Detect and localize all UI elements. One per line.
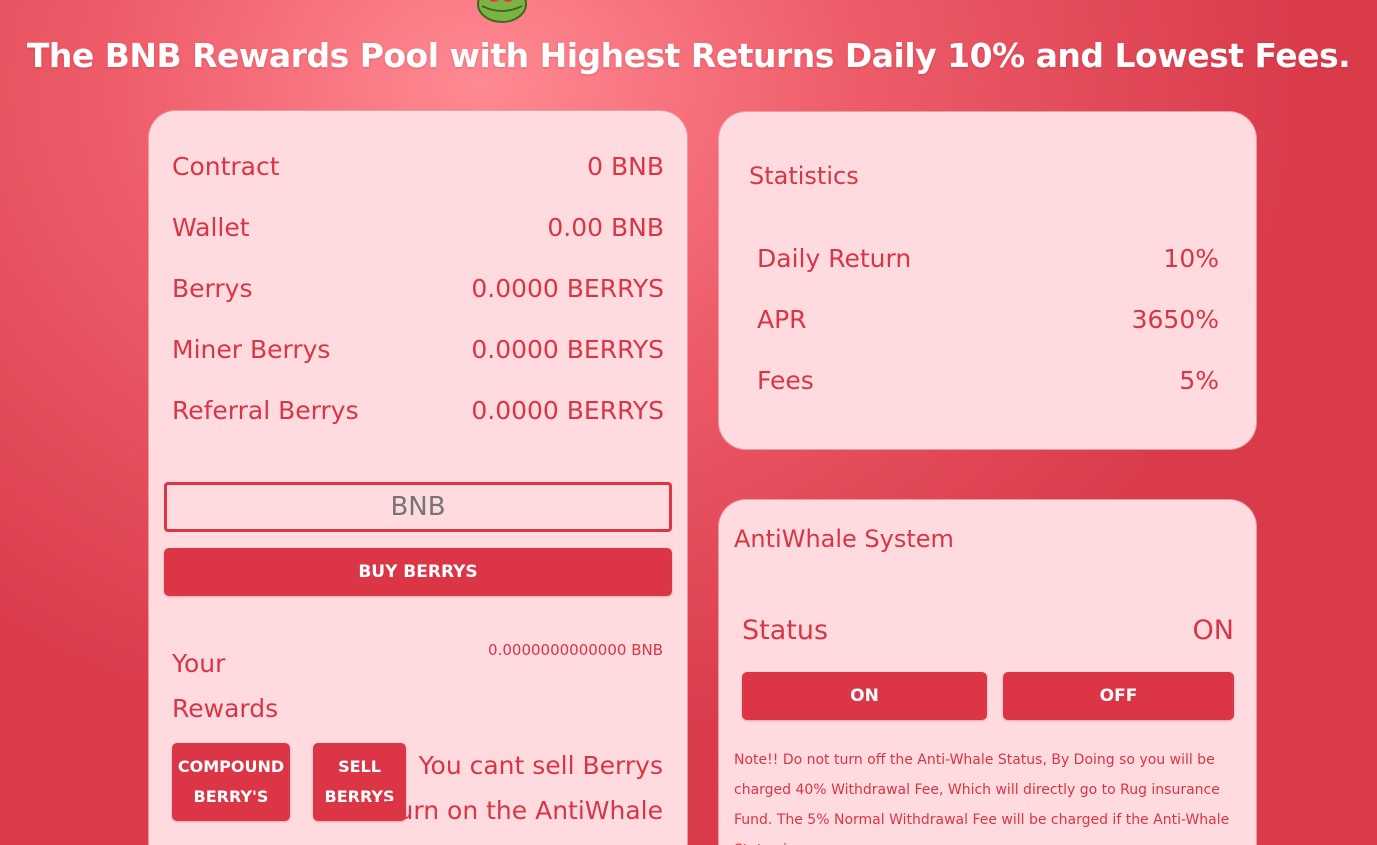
sell-warning-line-2: Turn on the AntiWhale [386, 796, 663, 825]
contract-row: Contract 0 BNB [172, 146, 664, 186]
antiwhale-card: AntiWhale System Status ON ON OFF Note!!… [718, 499, 1257, 845]
apr-label: APR [757, 304, 807, 334]
apr-row: APR 3650% [757, 299, 1219, 339]
fees-label: Fees [757, 365, 814, 395]
your-rewards-label: Your Rewards [172, 649, 279, 723]
wallet-row: Wallet 0.00 BNB [172, 207, 664, 247]
sell-warning-line-1: You cant sell Berrys [418, 751, 663, 780]
berrys-row: Berrys 0.0000 BERRYS [172, 268, 664, 308]
fees-value: 5% [1179, 365, 1219, 395]
wallet-card: Contract 0 BNB Wallet 0.00 BNB Berrys 0.… [148, 110, 688, 845]
your-rewards-value: 0.0000000000000 BNB [488, 641, 663, 659]
miner-berrys-label: Miner Berrys [172, 334, 331, 364]
status-label: Status [742, 614, 829, 646]
referral-berrys-row: Referral Berrys 0.0000 BERRYS [172, 390, 664, 430]
statistics-card: Statistics Daily Return 10% APR 3650% Fe… [718, 111, 1257, 450]
daily-return-label: Daily Return [757, 243, 912, 273]
fees-row: Fees 5% [757, 360, 1219, 400]
wallet-label: Wallet [172, 212, 250, 242]
daily-return-value: 10% [1163, 243, 1219, 273]
referral-berrys-label: Referral Berrys [172, 395, 359, 425]
compound-berrys-button[interactable]: COMPOUND BERRY'S [172, 743, 290, 821]
daily-return-row: Daily Return 10% [757, 238, 1219, 278]
wallet-value: 0.00 BNB [547, 212, 664, 242]
berry-basket-logo-icon [476, 0, 528, 24]
contract-label: Contract [172, 151, 280, 181]
antiwhale-status-row: Status ON [742, 608, 1234, 652]
antiwhale-on-button[interactable]: ON [742, 672, 987, 720]
antiwhale-note: Note!! Do not turn off the Anti-Whale St… [734, 752, 1230, 845]
status-value: ON [1192, 614, 1234, 646]
contract-value: 0 BNB [587, 151, 664, 181]
page-headline: The BNB Rewards Pool with Highest Return… [26, 36, 1351, 75]
miner-berrys-row: Miner Berrys 0.0000 BERRYS [172, 329, 664, 369]
sell-warning: You cant sell Berrys Turn on the AntiWha… [386, 743, 663, 833]
apr-value: 3650% [1131, 304, 1219, 334]
statistics-title: Statistics [749, 162, 859, 190]
referral-berrys-value: 0.0000 BERRYS [471, 395, 664, 425]
berrys-label: Berrys [172, 273, 253, 303]
buy-berrys-button[interactable]: BUY BERRYS [164, 548, 672, 596]
antiwhale-off-button[interactable]: OFF [1003, 672, 1234, 720]
miner-berrys-value: 0.0000 BERRYS [471, 334, 664, 364]
bnb-amount-input[interactable] [164, 482, 672, 532]
berrys-value: 0.0000 BERRYS [471, 273, 664, 303]
antiwhale-title: AntiWhale System [734, 525, 954, 553]
